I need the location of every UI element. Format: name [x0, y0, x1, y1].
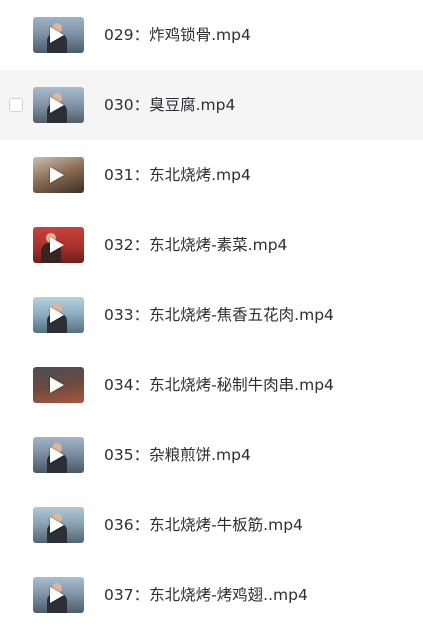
video-thumbnail-icon[interactable]: [33, 577, 84, 613]
video-thumbnail-icon[interactable]: [33, 17, 84, 53]
video-thumbnail-icon[interactable]: [33, 437, 84, 473]
file-name: 030：臭豆腐.mp4: [104, 96, 236, 114]
file-row[interactable]: 033：东北烧烤-焦香五花肉.mp4: [0, 280, 423, 350]
file-row[interactable]: 037：东北烧烤-烤鸡翅..mp4: [0, 560, 423, 630]
file-name: 037：东北烧烤-烤鸡翅..mp4: [104, 586, 308, 604]
play-icon: [50, 447, 64, 463]
file-name: 032：东北烧烤-素菜.mp4: [104, 236, 288, 254]
play-icon: [50, 27, 64, 43]
video-thumbnail-icon[interactable]: [33, 87, 84, 123]
file-name: 029：炸鸡锁骨.mp4: [104, 26, 251, 44]
play-icon: [50, 587, 64, 603]
file-row[interactable]: 036：东北烧烤-牛板筋.mp4: [0, 490, 423, 560]
file-list: 029：炸鸡锁骨.mp4 030：臭豆腐.mp4 031：东北烧烤.mp4 03…: [0, 0, 423, 622]
video-thumbnail-icon[interactable]: [33, 367, 84, 403]
file-row[interactable]: 030：臭豆腐.mp4: [0, 70, 423, 140]
play-icon: [50, 167, 64, 183]
video-thumbnail-icon[interactable]: [33, 227, 84, 263]
play-icon: [50, 307, 64, 323]
file-name: 036：东北烧烤-牛板筋.mp4: [104, 516, 303, 534]
video-thumbnail-icon[interactable]: [33, 507, 84, 543]
file-name: 035：杂粮煎饼.mp4: [104, 446, 251, 464]
file-row[interactable]: 032：东北烧烤-素菜.mp4: [0, 210, 423, 280]
play-icon: [50, 237, 64, 253]
play-icon: [50, 377, 64, 393]
file-row[interactable]: 035：杂粮煎饼.mp4: [0, 420, 423, 490]
video-thumbnail-icon[interactable]: [33, 297, 84, 333]
file-row[interactable]: 029：炸鸡锁骨.mp4: [0, 0, 423, 70]
play-icon: [50, 97, 64, 113]
file-name: 031：东北烧烤.mp4: [104, 166, 251, 184]
play-icon: [50, 517, 64, 533]
file-name: 034：东北烧烤-秘制牛肉串.mp4: [104, 376, 334, 394]
video-thumbnail-icon[interactable]: [33, 157, 84, 193]
file-name: 033：东北烧烤-焦香五花肉.mp4: [104, 306, 334, 324]
file-row[interactable]: 031：东北烧烤.mp4: [0, 140, 423, 210]
file-row[interactable]: 034：东北烧烤-秘制牛肉串.mp4: [0, 350, 423, 420]
select-checkbox[interactable]: [9, 98, 23, 112]
